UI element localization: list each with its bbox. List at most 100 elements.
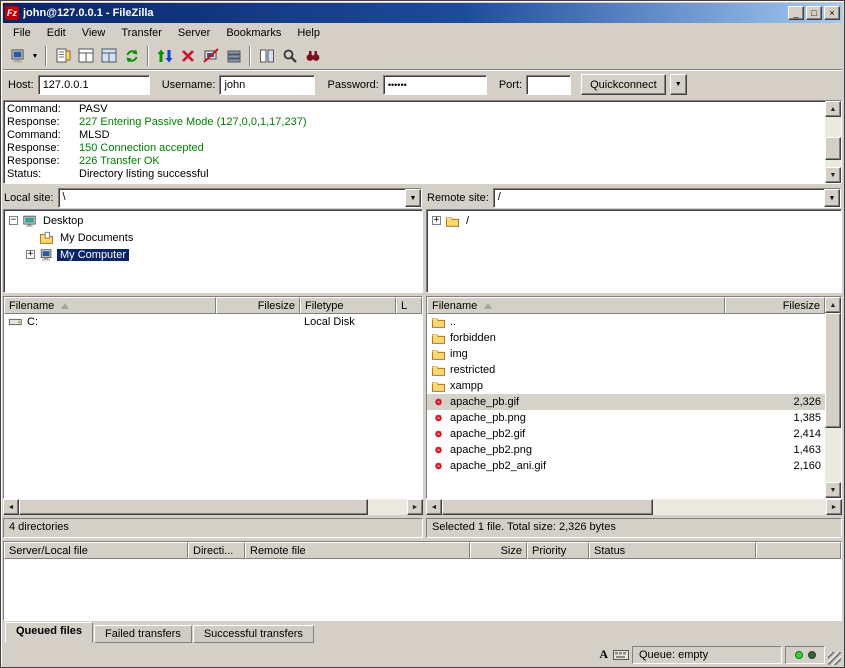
menu-edit[interactable]: Edit xyxy=(39,25,74,41)
password-input[interactable] xyxy=(383,75,487,95)
tree-item-desktop[interactable]: − Desktop xyxy=(5,212,421,229)
file-row[interactable]: apache_pb2.png 1,463 xyxy=(427,442,825,458)
remote-pane: Remote site: / ▼ + / Filename Filesize xyxy=(426,187,842,538)
close-button[interactable]: × xyxy=(824,6,840,20)
site-manager-dropdown-icon[interactable]: ▼ xyxy=(29,45,41,67)
file-row-selected[interactable]: apache_pb.gif 2,326 xyxy=(427,394,825,410)
tab-successful-transfers[interactable]: Successful transfers xyxy=(193,625,314,643)
host-input[interactable] xyxy=(38,75,150,95)
tree-item-my-documents[interactable]: My Documents xyxy=(5,229,421,246)
remote-horizontal-scrollbar[interactable]: ◄ ► xyxy=(426,499,842,515)
quickconnect-dropdown-icon[interactable]: ▼ xyxy=(670,74,687,95)
minimize-button[interactable]: _ xyxy=(788,6,804,20)
scroll-thumb[interactable] xyxy=(19,499,368,515)
directory-comparison-icon[interactable] xyxy=(255,45,278,67)
file-row[interactable]: apache_pb.png 1,385 xyxy=(427,410,825,426)
tree-item-my-computer[interactable]: + My Computer xyxy=(5,246,421,263)
scroll-up-icon[interactable]: ▲ xyxy=(825,297,841,313)
cancel-icon[interactable] xyxy=(176,45,199,67)
toggle-queue-icon[interactable] xyxy=(222,45,245,67)
column-status[interactable]: Status xyxy=(589,542,756,559)
column-filesize[interactable]: Filesize xyxy=(725,297,825,314)
scroll-thumb[interactable] xyxy=(825,313,841,428)
column-priority[interactable]: Priority xyxy=(527,542,589,559)
image-file-icon xyxy=(431,443,446,457)
toggle-remote-tree-icon[interactable] xyxy=(97,45,120,67)
disconnect-icon[interactable] xyxy=(199,45,222,67)
column-filetype[interactable]: Filetype xyxy=(300,297,396,314)
menu-server[interactable]: Server xyxy=(170,25,218,41)
file-row[interactable]: apache_pb2_ani.gif 2,160 xyxy=(427,458,825,474)
scroll-right-icon[interactable]: ► xyxy=(407,499,423,515)
scroll-up-icon[interactable]: ▲ xyxy=(825,101,841,117)
local-status-text: 4 directories xyxy=(3,518,423,538)
toggle-local-tree-icon[interactable] xyxy=(74,45,97,67)
column-size[interactable]: Size xyxy=(470,542,527,559)
column-direction[interactable]: Directi... xyxy=(188,542,245,559)
find-icon[interactable] xyxy=(278,45,301,67)
file-row[interactable]: img xyxy=(427,346,825,362)
window-title: john@127.0.0.1 - FileZilla xyxy=(23,7,786,19)
site-manager-icon[interactable] xyxy=(6,45,29,67)
scroll-thumb[interactable] xyxy=(442,499,653,515)
log-scrollbar[interactable]: ▲ ▼ xyxy=(825,101,841,183)
expand-icon[interactable]: + xyxy=(26,250,35,259)
file-row[interactable]: apache_pb2.gif 2,414 xyxy=(427,426,825,442)
file-row[interactable]: .. xyxy=(427,314,825,330)
titlebar[interactable]: Fz john@127.0.0.1 - FileZilla _ □ × xyxy=(3,3,842,23)
scroll-left-icon[interactable]: ◄ xyxy=(426,499,442,515)
port-input[interactable] xyxy=(526,75,571,95)
toggle-log-icon[interactable] xyxy=(51,45,74,67)
queue-body[interactable] xyxy=(4,559,841,620)
column-last-modified[interactable]: L xyxy=(396,297,422,314)
image-file-icon xyxy=(431,411,446,425)
tab-queued-files[interactable]: Queued files xyxy=(5,622,93,643)
menu-bookmarks[interactable]: Bookmarks xyxy=(218,25,289,41)
file-row[interactable]: restricted xyxy=(427,362,825,378)
column-filesize[interactable]: Filesize xyxy=(216,297,300,314)
scroll-down-icon[interactable]: ▼ xyxy=(825,482,841,498)
tree-item-root[interactable]: + / xyxy=(428,212,840,229)
transfer-queue: Server/Local file Directi... Remote file… xyxy=(3,541,842,621)
quickconnect-button[interactable]: Quickconnect xyxy=(581,74,666,95)
column-remote-file[interactable]: Remote file xyxy=(245,542,470,559)
main-panes: Local site: \ ▼ − Desktop My Documents xyxy=(3,187,842,538)
scroll-left-icon[interactable]: ◄ xyxy=(3,499,19,515)
column-filename[interactable]: Filename xyxy=(4,297,216,314)
expand-icon[interactable]: + xyxy=(432,216,441,225)
menu-file[interactable]: File xyxy=(5,25,39,41)
quickconnect-bar: Host: Username: Password: Port: Quickcon… xyxy=(3,70,842,99)
maximize-button[interactable]: □ xyxy=(806,6,822,20)
file-row[interactable]: forbidden xyxy=(427,330,825,346)
process-queue-icon[interactable] xyxy=(153,45,176,67)
menu-help[interactable]: Help xyxy=(289,25,328,41)
file-row-c-drive[interactable]: C: Local Disk xyxy=(4,314,422,330)
column-filename[interactable]: Filename xyxy=(427,297,725,314)
local-tree: − Desktop My Documents + My Computer xyxy=(3,209,423,293)
refresh-icon[interactable] xyxy=(120,45,143,67)
image-file-icon xyxy=(431,427,446,441)
send-led-icon xyxy=(808,651,816,659)
log-line: Status:Directory listing successful xyxy=(7,168,822,181)
collapse-icon[interactable]: − xyxy=(9,216,18,225)
file-search-icon[interactable] xyxy=(301,45,324,67)
activity-indicator-panel xyxy=(785,646,825,664)
chevron-down-icon[interactable]: ▼ xyxy=(824,189,840,207)
scroll-down-icon[interactable]: ▼ xyxy=(825,167,841,183)
image-file-icon xyxy=(431,395,446,409)
scroll-right-icon[interactable]: ► xyxy=(826,499,842,515)
remote-vertical-scrollbar[interactable]: ▲ ▼ xyxy=(825,297,841,498)
column-server-local-file[interactable]: Server/Local file xyxy=(4,542,188,559)
resize-grip[interactable] xyxy=(828,652,841,665)
chevron-down-icon[interactable]: ▼ xyxy=(405,189,421,207)
menu-view[interactable]: View xyxy=(74,25,114,41)
file-row[interactable]: xampp xyxy=(427,378,825,394)
local-site-combo[interactable]: \ ▼ xyxy=(58,188,422,208)
scroll-thumb[interactable] xyxy=(825,137,841,160)
remote-site-combo[interactable]: / ▼ xyxy=(493,188,841,208)
username-input[interactable] xyxy=(219,75,315,95)
menu-transfer[interactable]: Transfer xyxy=(113,25,170,41)
local-horizontal-scrollbar[interactable]: ◄ ► xyxy=(3,499,423,515)
remote-site-row: Remote site: / ▼ xyxy=(426,187,842,209)
tab-failed-transfers[interactable]: Failed transfers xyxy=(94,625,192,643)
